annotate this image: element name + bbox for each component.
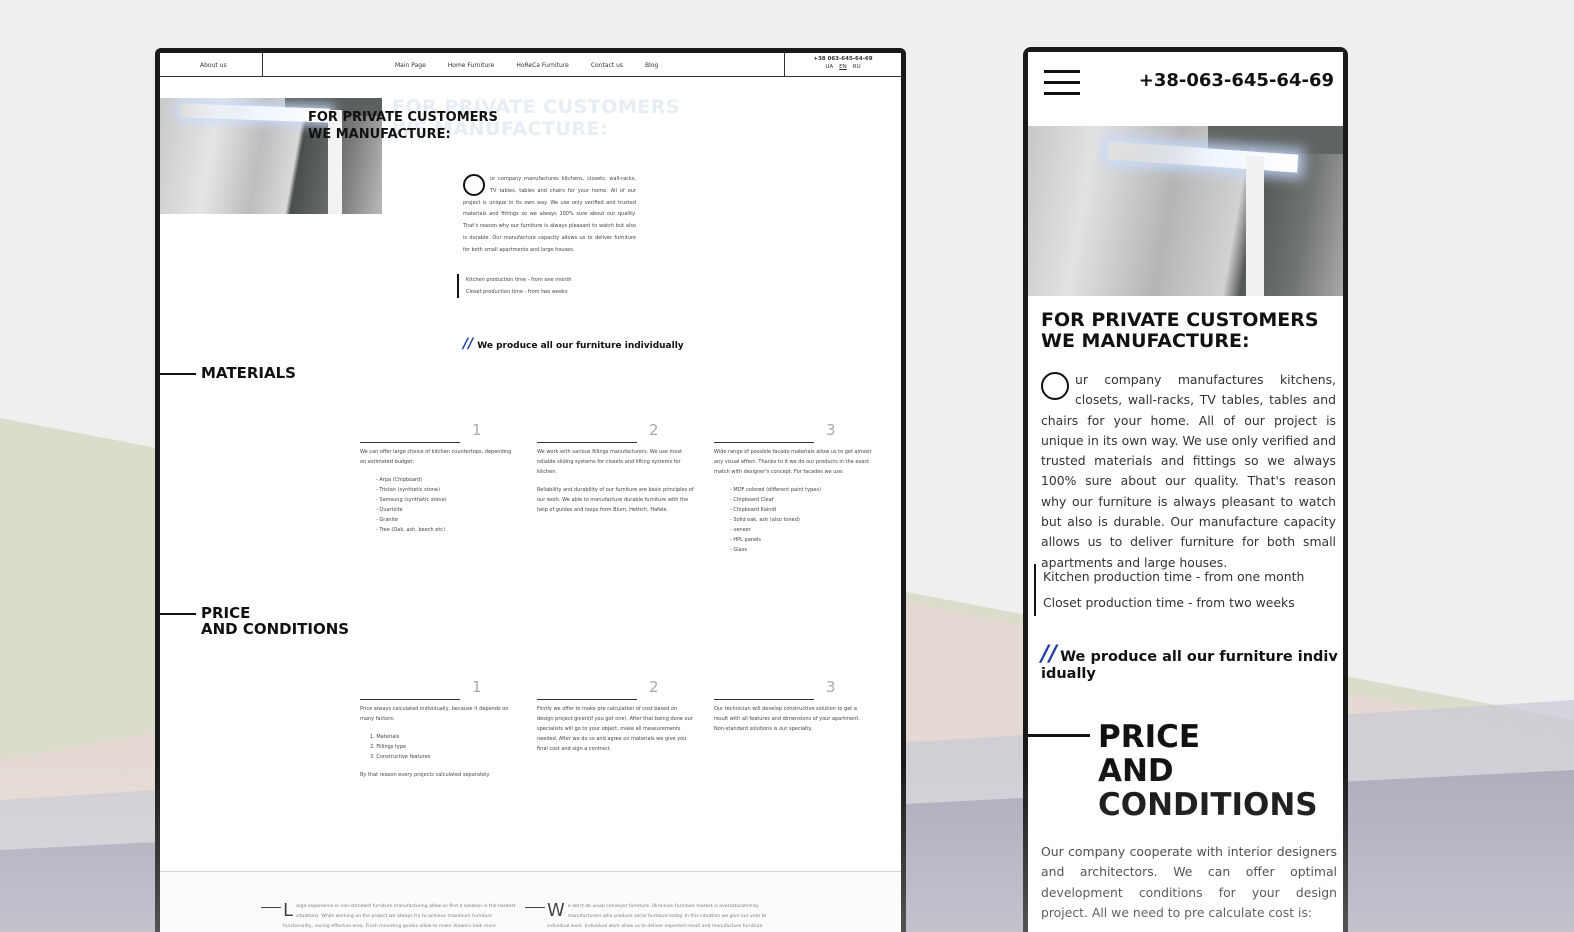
hero-title: FOR PRIVATE CUSTOMERS WE MANUFACTURE: bbox=[308, 110, 498, 142]
drop-cap-o bbox=[1041, 372, 1069, 400]
nav-phone[interactable]: +38 063-645-64-69 bbox=[785, 56, 901, 62]
double-slash-icon: // bbox=[463, 336, 474, 352]
footer-col-2: We don't do usual conveyor furniture. Uk… bbox=[525, 902, 782, 932]
desktop-screen: About us Main Page Home Furniture HoReCa… bbox=[160, 53, 901, 932]
materials-col-2: 2 We work with various fillings manufact… bbox=[537, 421, 694, 513]
nav-main-page[interactable]: Main Page bbox=[395, 62, 426, 69]
mobile-mockup: +38-063-645-64-69 FOR PRIVATE CUSTOMERS … bbox=[1023, 47, 1348, 932]
materials-col-3: 3 Wide range of possible facade material… bbox=[714, 421, 872, 553]
price-col-1: 1 Price always calculated individually, … bbox=[360, 678, 509, 778]
drop-cap-o bbox=[463, 174, 485, 196]
nav-contact-us[interactable]: Contact us bbox=[591, 62, 623, 69]
double-slash-icon: // bbox=[1041, 642, 1058, 667]
section-price-title: PRICE AND CONDITIONS bbox=[160, 605, 349, 637]
nav-menu: Main Page Home Furniture HoReCa Furnitur… bbox=[395, 62, 658, 69]
mobile-slogan: //We produce all our furniture individua… bbox=[1041, 642, 1338, 683]
language-switcher: UA EN RU bbox=[785, 64, 901, 70]
nav-horeca-furniture[interactable]: HoReCa Furniture bbox=[516, 62, 569, 69]
lang-ru[interactable]: RU bbox=[853, 64, 861, 70]
mobile-price-text: Our company cooperate with interior desi… bbox=[1041, 844, 1337, 920]
footer-col-1: Large experience in non-standard furnitu… bbox=[261, 902, 518, 932]
price-col-2: 2 Firstly we offer to make pre calculati… bbox=[537, 678, 693, 752]
intro-paragraph: ur company manufactures kitchens, closet… bbox=[463, 174, 636, 253]
lang-ua[interactable]: UA bbox=[825, 64, 833, 70]
mobile-hero-image bbox=[1028, 126, 1343, 296]
hamburger-menu-icon[interactable] bbox=[1044, 70, 1080, 96]
production-times: Kitchen production time - from one month… bbox=[457, 274, 571, 298]
desktop-mockup: About us Main Page Home Furniture HoReCa… bbox=[155, 48, 906, 932]
section-line bbox=[1028, 734, 1090, 737]
mobile-screen: +38-063-645-64-69 FOR PRIVATE CUSTOMERS … bbox=[1028, 52, 1343, 932]
desktop-footer-section: Large experience in non-standard furnitu… bbox=[160, 871, 901, 932]
mobile-intro-paragraph: ur company manufactures kitchens, closet… bbox=[1041, 372, 1336, 570]
nav-contact-box: +38 063-645-64-69 UA EN RU bbox=[784, 53, 901, 76]
slogan: //We produce all our furniture individua… bbox=[463, 336, 684, 352]
price-col-3: 3 Our technician will develop constructi… bbox=[714, 678, 860, 732]
mobile-production-times: Kitchen production time - from one month… bbox=[1034, 564, 1304, 616]
nav-about-us[interactable]: About us bbox=[160, 53, 263, 76]
mobile-section-price-title: PRICE AND CONDITIONS bbox=[1098, 719, 1318, 823]
nav-blog[interactable]: Blog bbox=[645, 62, 658, 69]
lang-en[interactable]: EN bbox=[839, 64, 847, 70]
materials-col-1: 1 We can offer large choice of kitchen c… bbox=[360, 421, 512, 533]
nav-home-furniture[interactable]: Home Furniture bbox=[448, 62, 495, 69]
desktop-navbar: About us Main Page Home Furniture HoReCa… bbox=[160, 53, 901, 77]
section-materials-title: MATERIALS bbox=[160, 365, 296, 381]
mobile-hero-title: FOR PRIVATE CUSTOMERS WE MANUFACTURE: bbox=[1041, 309, 1319, 352]
mobile-phone[interactable]: +38-063-645-64-69 bbox=[1139, 70, 1334, 91]
